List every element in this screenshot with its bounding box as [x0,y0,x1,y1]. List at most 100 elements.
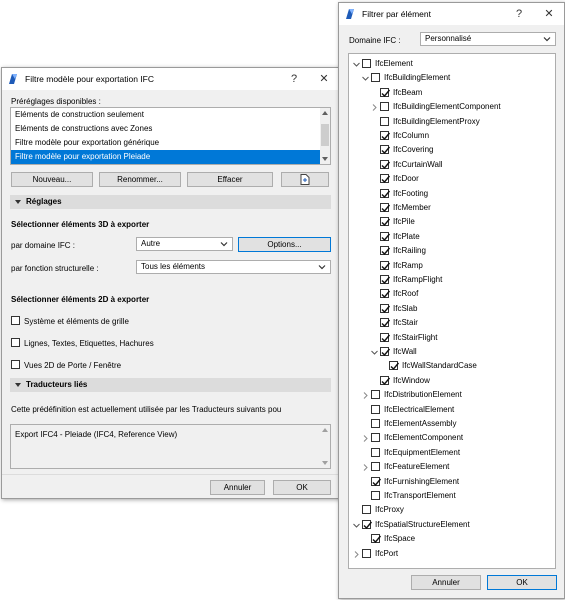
tree-node-checkbox[interactable] [371,419,380,428]
tree-node-checkbox[interactable] [371,73,380,83]
tree-node-checkbox[interactable] [380,289,391,299]
new-preset-button[interactable]: Nouveau... [11,172,93,187]
filter-by-element-dialog: Filtrer par élément ? ✕ Domaine IFC : Pe… [338,2,565,599]
tree-node-checkbox[interactable] [380,231,391,241]
select-3d-label: Sélectionner éléments 3D à exporter [11,220,150,229]
checkbox-2d-label[interactable]: Système et éléments de grille [24,317,129,326]
tree-node-label: IfcPort [375,548,399,558]
checkbox-2d-label[interactable]: Lignes, Textes, Etiquettes, Hachures [24,339,154,348]
cancel-button[interactable]: Annuler [210,480,265,495]
tree-node-label: IfcWall [393,347,417,356]
preset-item[interactable]: Filtre modèle pour exportation générique [11,136,321,150]
translators-header-label: Traducteurs liés [26,380,88,389]
checkbox-2d-label[interactable]: Vues 2D de Porte / Fenêtre [24,361,121,370]
checkbox-2d[interactable] [11,338,20,347]
chevron-right-icon[interactable] [362,392,369,400]
help-button[interactable]: ? [504,3,534,25]
tree-node-checkbox[interactable] [380,188,391,198]
close-button[interactable]: ✕ [309,68,339,90]
domain-select[interactable]: Personnalisé [420,32,556,46]
tree-node-checkbox[interactable] [380,174,391,184]
preset-item[interactable]: Filtre modèle pour exportation Pleiade [11,150,321,164]
tree-node-checkbox[interactable] [380,159,391,169]
tree-node-checkbox[interactable] [362,548,371,558]
tree-node-checkbox[interactable] [362,59,371,68]
tree-node-label: IfcRampFlight [393,275,443,284]
element-tree[interactable]: IfcElement IfcBuildingElement IfcBeam IfcBu… [348,53,556,569]
tree-node-checkbox[interactable] [380,347,391,357]
ifc-domain-select[interactable]: Autre [136,237,233,251]
tree-node-checkbox[interactable] [380,145,391,155]
tree-node-label: IfcBuildingElement [384,73,451,83]
tree-node-checkbox[interactable] [380,116,389,126]
scroll-up-icon[interactable] [322,428,328,432]
options-button[interactable]: Options... [238,237,331,252]
tree-node-checkbox[interactable] [371,462,380,472]
chevron-down-icon[interactable] [353,61,360,68]
scroll-down-icon[interactable] [322,461,328,465]
tree-node-label: IfcFeatureElement [384,462,450,472]
ok-button[interactable]: OK [487,575,557,590]
tree-node-checkbox[interactable] [371,404,380,414]
preset-item[interactable]: Eléments de constructions avec Zones [11,122,321,136]
tree-node-checkbox[interactable] [380,332,391,342]
document-icon [300,174,310,185]
chevron-down-icon[interactable] [353,522,360,529]
tree-node-checkbox[interactable] [380,131,391,141]
scroll-up-icon[interactable] [322,111,328,115]
chevron-down-icon[interactable] [362,75,369,82]
tree-node-checkbox[interactable] [371,491,380,500]
ok-button[interactable]: OK [273,480,331,495]
settings-section-header[interactable]: Réglages [10,195,331,209]
textarea-scrollbar[interactable] [320,425,330,468]
tree-node-checkbox[interactable] [371,534,382,544]
tree-node-label: IfcCovering [393,145,434,155]
presets-scrollbar[interactable] [320,108,330,164]
preset-item[interactable]: Eléments de construction seulement [11,108,321,122]
structural-function-select[interactable]: Tous les éléments [136,260,331,274]
chevron-right-icon[interactable] [371,104,378,112]
tree-node-checkbox[interactable] [380,275,391,285]
tree-node-label: IfcElementComponent [384,433,464,443]
tree-node-checkbox[interactable] [380,246,391,256]
tree-node-label: IfcRoof [393,289,419,299]
tree-node-label: IfcElement [375,59,413,68]
tree-node-checkbox[interactable] [371,433,380,443]
tree-node-checkbox[interactable] [389,361,400,371]
tree-node-checkbox[interactable] [371,476,382,486]
import-preset-button[interactable] [281,172,329,187]
tree-node-checkbox[interactable] [380,87,391,97]
settings-header-label: Réglages [26,197,62,206]
help-button[interactable]: ? [279,68,309,90]
select-2d-label: Sélectionner éléments 2D à exporter [11,295,150,304]
tree-node-checkbox[interactable] [380,217,391,227]
tree-node-label: IfcColumn [393,131,430,140]
tree-node-checkbox[interactable] [371,390,380,400]
tree-node-label: IfcPile [393,217,415,227]
chevron-right-icon[interactable] [362,435,369,443]
checkbox-2d[interactable] [11,316,20,325]
tree-node-checkbox[interactable] [380,318,391,328]
tree-node-checkbox[interactable] [380,102,389,112]
chevron-right-icon[interactable] [353,550,360,558]
tree-node-checkbox[interactable] [380,303,391,313]
tree-node-checkbox[interactable] [362,519,373,529]
scroll-down-icon[interactable] [322,157,328,161]
tree-node-checkbox[interactable] [362,505,371,515]
close-button[interactable]: ✕ [534,3,564,25]
tree-node-checkbox[interactable] [380,375,391,385]
translators-section-header[interactable]: Traducteurs liés [10,378,331,392]
tree-node-checkbox[interactable] [380,260,391,270]
rename-preset-button[interactable]: Renommer... [99,172,181,187]
chevron-down-icon[interactable] [371,349,378,356]
tree-node-checkbox[interactable] [380,203,391,213]
cancel-button[interactable]: Annuler [411,575,481,590]
presets-list[interactable]: Eléments de construction seulement Elémen… [10,107,331,165]
tree-node-checkbox[interactable] [371,447,380,457]
scroll-thumb[interactable] [321,124,329,146]
chevron-right-icon[interactable] [362,464,369,472]
tree-node-label: IfcSlab [393,303,418,313]
checkbox-2d[interactable] [11,360,20,369]
delete-preset-button[interactable]: Effacer [187,172,273,187]
translators-list[interactable]: Export IFC4 - Pleiade (IFC4, Reference V… [10,424,331,469]
